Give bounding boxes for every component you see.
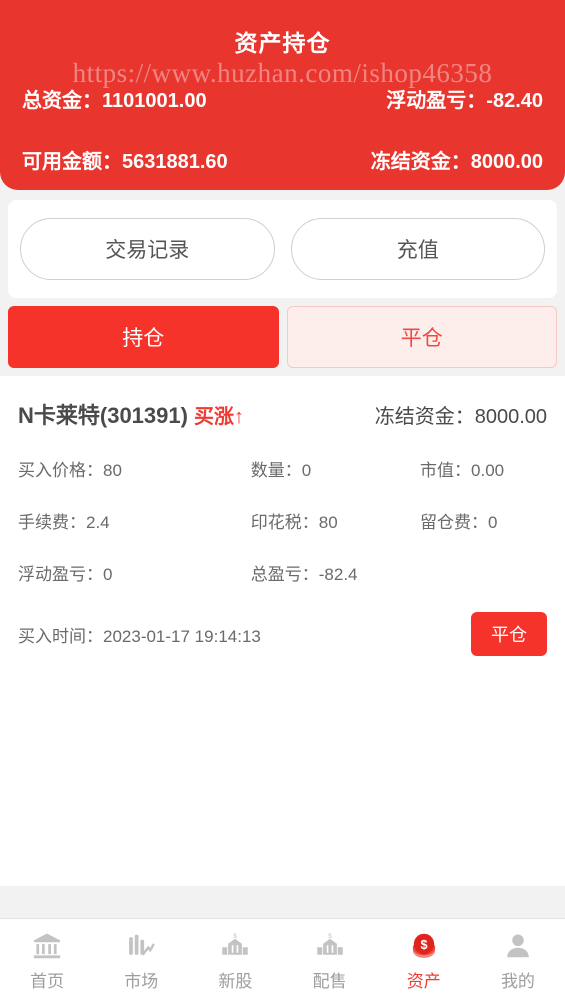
app-root: 资产持仓 https://www.huzhan.com/ishop46358 总… <box>0 0 565 1002</box>
building-icon: $ <box>313 929 347 963</box>
tab-holdings[interactable]: 持仓 <box>8 306 279 368</box>
nav-label-home: 首页 <box>30 972 65 991</box>
position-list: N卡莱特(301391) 买涨↑ 冻结资金：8000.00 买入价格：80 数量：… <box>0 376 565 886</box>
nav-item-placement[interactable]: $ 配售 <box>283 919 377 1002</box>
recharge-button[interactable]: 充值 <box>290 218 545 280</box>
empty-field <box>420 560 547 585</box>
position-detail-row: 买入价格：80 数量：0 市值：0.00 <box>18 456 547 481</box>
position-frozen-value: 8000.00 <box>474 406 547 428</box>
frozen-funds-value: 8000.00 <box>470 151 543 173</box>
buy-time-label: 买入时间：2023-01-17 19:14:13 <box>18 626 261 646</box>
floating-pnl-field: 浮动盈亏：0 <box>18 565 113 584</box>
action-button-card: 交易记录 充值 <box>8 200 557 298</box>
nav-label-new-stock: 新股 <box>218 972 253 991</box>
available-balance-stat: 可用金额：5631881.60 <box>22 145 228 174</box>
total-funds-value: 1101001.00 <box>102 90 207 112</box>
quantity-field: 数量：0 <box>250 461 312 480</box>
commission-fee-field: 手续费：2.4 <box>18 513 110 532</box>
floating-pnl-value: -82.40 <box>486 90 543 112</box>
frozen-funds-stat: 冻结资金：8000.00 <box>371 145 543 174</box>
market-value-field: 市值：0.00 <box>420 461 505 480</box>
nav-item-new-stock[interactable]: $ 新股 <box>188 919 282 1002</box>
nav-label-placement: 配售 <box>312 972 347 991</box>
available-balance-label: 可用金额： <box>22 151 122 173</box>
overnight-fee-field: 留仓费：0 <box>420 513 498 532</box>
bar-chart-icon <box>124 929 158 963</box>
buy-price-field: 买入价格：80 <box>18 461 122 480</box>
svg-text:$: $ <box>234 933 238 940</box>
bank-icon <box>30 929 64 963</box>
building-icon: $ <box>218 929 252 963</box>
page-title: 资产持仓 <box>234 30 331 56</box>
frozen-funds-label: 冻结资金： <box>370 151 471 173</box>
available-balance-value: 5631881.60 <box>122 151 228 173</box>
stock-name: N卡莱特(301391) <box>18 403 188 428</box>
tab-closed[interactable]: 平仓 <box>286 306 557 368</box>
position-footer: 买入时间：2023-01-17 19:14:13 平仓 <box>18 612 547 656</box>
nav-item-assets[interactable]: $ 资产 <box>377 919 471 1002</box>
header-stats-row-1: 总资金：1101001.00 浮动盈亏：-82.40 <box>22 84 543 113</box>
position-header: N卡莱特(301391) 买涨↑ 冻结资金：8000.00 <box>18 398 547 430</box>
nav-label-assets: 资产 <box>406 972 441 991</box>
svg-text:$: $ <box>420 938 427 952</box>
nav-item-home[interactable]: 首页 <box>0 919 94 1002</box>
total-pnl-field: 总盈亏：-82.4 <box>250 565 358 584</box>
nav-label-profile: 我的 <box>500 972 535 991</box>
floating-pnl-stat: 浮动盈亏：-82.40 <box>386 84 543 113</box>
person-icon <box>501 929 535 963</box>
svg-text:$: $ <box>328 933 332 940</box>
trade-direction-badge: 买涨↑ <box>193 406 244 428</box>
nav-item-market[interactable]: 市场 <box>94 919 188 1002</box>
position-detail-row: 手续费：2.4 印花税：80 留仓费：0 <box>18 508 547 533</box>
bottom-navigation: 首页 市场 $ 新股 $ 配售 $ 资产 我的 <box>0 918 565 1002</box>
total-funds-label: 总资金： <box>22 90 102 112</box>
position-detail-row: 浮动盈亏：0 总盈亏：-82.4 <box>18 560 547 585</box>
header-stats-row-2: 可用金额：5631881.60 冻结资金：8000.00 <box>22 145 543 174</box>
floating-pnl-label: 浮动盈亏： <box>386 90 487 112</box>
coin-dollar-icon: $ <box>407 929 441 963</box>
asset-header: 资产持仓 https://www.huzhan.com/ishop46358 总… <box>0 0 565 190</box>
position-title-group: N卡莱特(301391) 买涨↑ <box>18 398 244 430</box>
total-funds-stat: 总资金：1101001.00 <box>22 84 207 113</box>
position-frozen-funds: 冻结资金：8000.00 <box>375 400 547 429</box>
nav-item-profile[interactable]: 我的 <box>471 919 565 1002</box>
nav-label-market: 市场 <box>124 972 159 991</box>
position-item[interactable]: N卡莱特(301391) 买涨↑ 冻结资金：8000.00 买入价格：80 数量：… <box>18 398 547 656</box>
stamp-tax-field: 印花税：80 <box>250 513 338 532</box>
position-tabs: 持仓 平仓 <box>8 306 557 368</box>
close-position-button[interactable]: 平仓 <box>471 612 547 656</box>
position-frozen-label: 冻结资金： <box>374 406 475 428</box>
trade-record-button[interactable]: 交易记录 <box>20 218 275 280</box>
